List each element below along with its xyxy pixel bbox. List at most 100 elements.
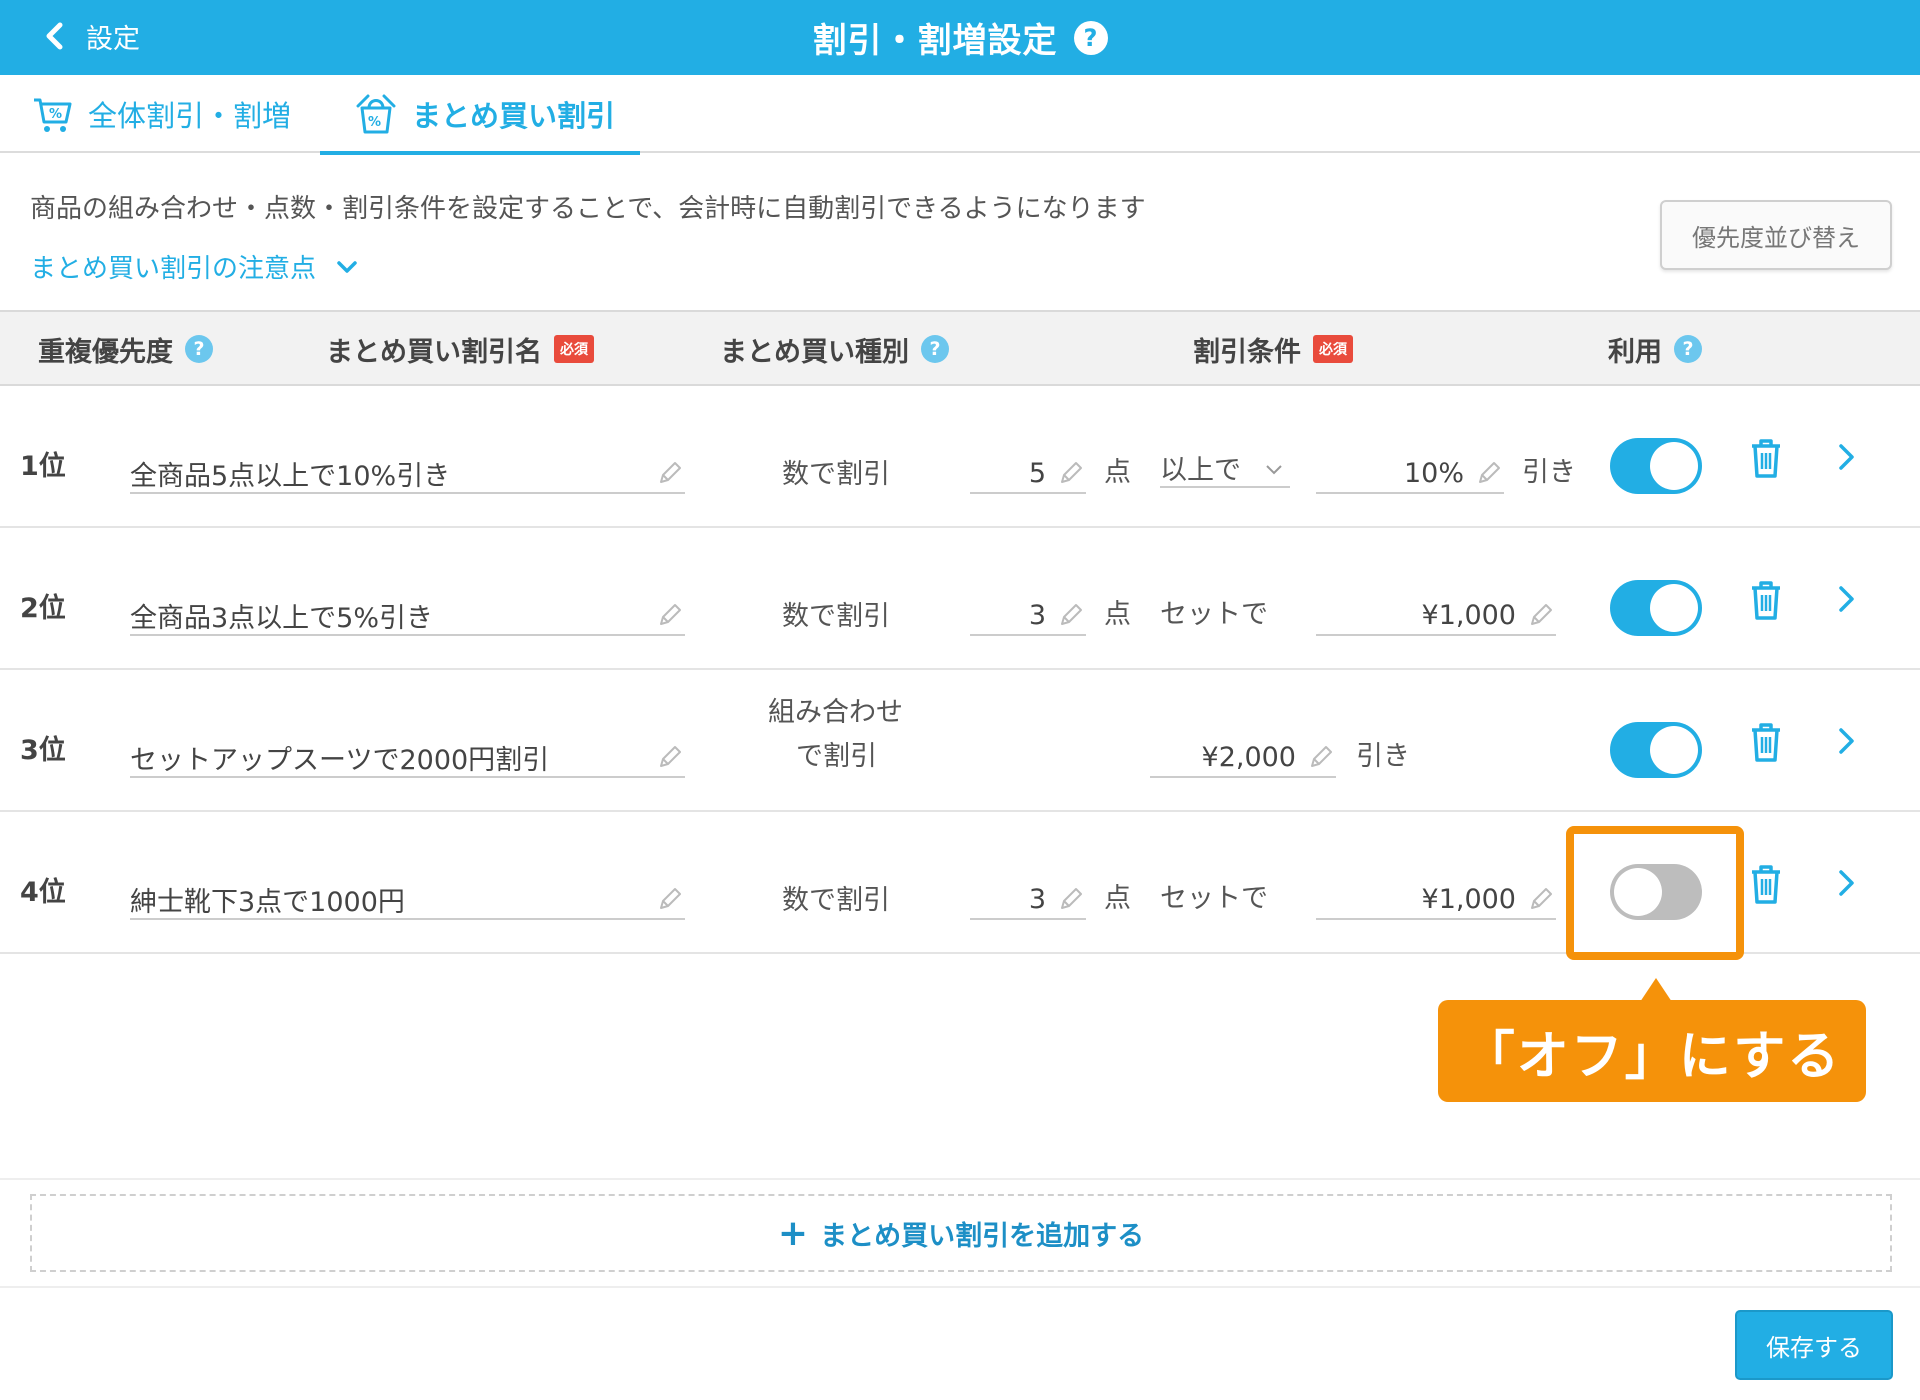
annotation-highlight-box <box>1566 826 1744 960</box>
discount-name-field[interactable]: 紳士靴下3点で1000円 <box>130 880 685 920</box>
trash-icon[interactable] <box>1746 720 1786 764</box>
chevron-right-icon[interactable] <box>1832 866 1860 900</box>
suffix-label: 引き <box>1522 457 1576 488</box>
cart-percent-icon: % <box>34 98 72 132</box>
pencil-icon <box>1531 604 1552 625</box>
unit-label: 点 <box>1104 457 1131 488</box>
amount-field[interactable]: ¥1,000 <box>1316 596 1556 636</box>
header-label: 重複優先度 <box>38 336 173 368</box>
chevron-right-icon[interactable] <box>1832 440 1860 474</box>
discount-name-field[interactable]: 全商品3点以上で5%引き <box>130 596 685 636</box>
pencil-icon <box>1061 888 1082 909</box>
svg-text:%: % <box>368 115 381 130</box>
header-enabled: 利用 ? <box>1608 312 1702 386</box>
sort-priority-button[interactable]: 優先度並び替え <box>1660 200 1892 270</box>
description-text: 商品の組み合わせ・点数・割引条件を設定することで、会計時に自動割引できるようにな… <box>30 194 1146 224</box>
mode-value: 以上で <box>1160 455 1241 486</box>
chevron-right-icon[interactable] <box>1832 724 1860 758</box>
help-icon[interactable]: ? <box>1073 20 1108 55</box>
pencil-icon <box>1061 604 1082 625</box>
trash-icon[interactable] <box>1746 578 1786 622</box>
header-label: 利用 <box>1608 336 1662 368</box>
suffix-label: 引き <box>1356 741 1410 772</box>
bag-percent-icon: % <box>356 94 396 134</box>
amount-value: ¥2,000 <box>1201 741 1296 773</box>
type-label-line1: 組み合わせ <box>768 697 903 728</box>
svg-text:%: % <box>49 107 62 122</box>
rank-label: 1位 <box>20 451 66 482</box>
amount-field[interactable]: 10% <box>1316 454 1504 494</box>
amount-value: ¥1,000 <box>1421 883 1516 915</box>
amount-field[interactable]: ¥1,000 <box>1316 880 1556 920</box>
table-row: 2位 全商品3点以上で5%引き 数で割引 3 点 セットで ¥1,000 <box>0 528 1920 670</box>
tab-overall-discount[interactable]: % 全体割引・割増 <box>30 75 291 153</box>
pencil-icon <box>1531 888 1552 909</box>
chevron-down-icon <box>337 260 357 273</box>
add-bulk-discount-button[interactable]: + まとめ買い割引を追加する <box>30 1194 1892 1272</box>
header-label: 割引条件 <box>1193 336 1301 368</box>
discount-name: セットアップスーツで2000円割引 <box>130 744 550 776</box>
type-label-line2: で割引 <box>796 741 877 772</box>
count-field[interactable]: 3 <box>970 596 1086 636</box>
pencil-icon <box>660 888 681 909</box>
chevron-down-icon <box>1266 465 1282 475</box>
count-value: 3 <box>1028 599 1046 631</box>
save-button[interactable]: 保存する <box>1735 1310 1893 1380</box>
required-badge: 必須 <box>1313 335 1353 363</box>
header-type: まとめ買い種別 ? <box>720 312 949 386</box>
unit-label: 点 <box>1104 599 1131 630</box>
header-label: まとめ買い種別 <box>720 336 909 368</box>
enable-toggle[interactable] <box>1610 438 1702 494</box>
discount-name-field[interactable]: セットアップスーツで2000円割引 <box>130 738 685 778</box>
app-header: 設定 割引・割増設定 ? <box>0 0 1920 75</box>
table-row: 3位 セットアップスーツで2000円割引 組み合わせ で割引 ¥2,000 引き <box>0 670 1920 812</box>
count-value: 3 <box>1028 883 1046 915</box>
amount-field[interactable]: ¥2,000 <box>1150 738 1336 778</box>
annotation-callout: 「オフ」にする <box>1438 1000 1866 1102</box>
pencil-icon <box>660 604 681 625</box>
help-icon[interactable]: ? <box>921 335 949 363</box>
chevron-right-icon[interactable] <box>1832 582 1860 616</box>
header-label: まとめ買い割引名 <box>326 336 542 368</box>
count-field[interactable]: 5 <box>970 454 1086 494</box>
count-field[interactable]: 3 <box>970 880 1086 920</box>
tab-bar: % 全体割引・割増 % まとめ買い割引 <box>0 75 1920 155</box>
pencil-icon <box>1311 746 1332 767</box>
pencil-icon <box>660 746 681 767</box>
discount-name: 紳士靴下3点で1000円 <box>130 886 405 918</box>
required-badge: 必須 <box>554 335 594 363</box>
table-header: 重複優先度 ? まとめ買い割引名 必須 まとめ買い種別 ? 割引条件 必須 利用… <box>0 310 1920 386</box>
header-name: まとめ買い割引名 必須 <box>326 312 594 386</box>
discount-name: 全商品5点以上で10%引き <box>130 460 451 492</box>
toggle-knob <box>1650 584 1698 632</box>
toggle-knob <box>1650 726 1698 774</box>
enable-toggle[interactable] <box>1610 580 1702 636</box>
amount-value: ¥1,000 <box>1421 599 1516 631</box>
toggle-knob <box>1650 442 1698 490</box>
mode-label: セットで <box>1160 883 1268 914</box>
help-icon[interactable]: ? <box>1674 335 1702 363</box>
enable-toggle[interactable] <box>1610 722 1702 778</box>
type-label: 数で割引 <box>782 601 890 632</box>
tab-bulk-discount[interactable]: % まとめ買い割引 <box>320 75 640 155</box>
unit-label: 点 <box>1104 883 1131 914</box>
mode-select[interactable]: 以上で <box>1160 448 1290 488</box>
add-button-label: まとめ買い割引を追加する <box>820 1220 1145 1252</box>
pencil-icon <box>1061 462 1082 483</box>
rank-label: 2位 <box>20 593 66 624</box>
header-condition: 割引条件 必須 <box>1193 312 1353 386</box>
trash-icon[interactable] <box>1746 862 1786 906</box>
page-title: 割引・割増設定 <box>812 21 1058 61</box>
type-label: 数で割引 <box>782 459 890 490</box>
count-value: 5 <box>1028 457 1046 489</box>
trash-icon[interactable] <box>1746 436 1786 480</box>
help-icon[interactable]: ? <box>185 335 213 363</box>
pencil-icon <box>660 462 681 483</box>
discount-name-field[interactable]: 全商品5点以上で10%引き <box>130 454 685 494</box>
callout-tail <box>1640 978 1672 1002</box>
title-area: 割引・割増設定 ? <box>0 0 1920 75</box>
amount-value: 10% <box>1403 457 1464 489</box>
type-label: 数で割引 <box>782 885 890 916</box>
notes-link-label: まとめ買い割引の注意点 <box>30 254 317 284</box>
notes-link[interactable]: まとめ買い割引の注意点 <box>30 248 360 285</box>
